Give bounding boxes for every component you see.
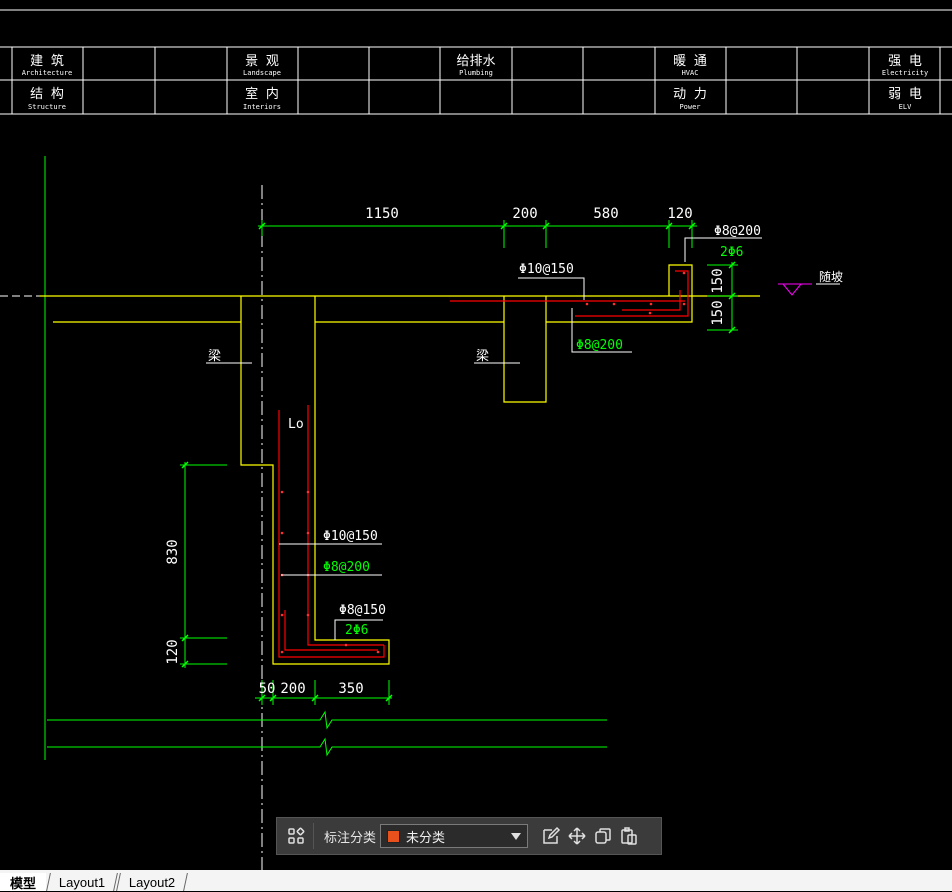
- dimension-ticks: [181, 222, 736, 702]
- dimension-texts: 1150 200 580 120 150 150 830 120 50 200 …: [165, 206, 726, 697]
- rebar-label-r1: Φ8@200: [714, 224, 761, 239]
- discipline-electricity-en: Electricity: [882, 69, 928, 77]
- rebar-label-r8: 2Φ6: [345, 623, 368, 638]
- dim-1150: 1150: [365, 206, 399, 222]
- tab-layout1[interactable]: Layout1: [46, 873, 119, 891]
- chevron-down-icon: [511, 832, 522, 840]
- dim-120-left: 120: [165, 639, 181, 664]
- discipline-landscape-cn: 景 观: [245, 54, 279, 69]
- tab-model[interactable]: 模型: [0, 873, 47, 891]
- toolbar-separator: [313, 823, 314, 849]
- rebar-label-r6: Φ8@200: [323, 560, 370, 575]
- category-color-swatch: [387, 829, 401, 843]
- tab-layout1-label: Layout1: [59, 874, 106, 890]
- discipline-structure-en: Structure: [28, 103, 66, 111]
- leader-lines: [206, 237, 840, 640]
- discipline-interiors-cn: 室 内: [245, 86, 279, 102]
- discipline-architecture-en: Architecture: [22, 69, 73, 77]
- dim-580: 580: [593, 206, 618, 222]
- wall-label: Lo: [288, 417, 304, 432]
- rebar-lines: [278, 270, 689, 658]
- annotation-category-select[interactable]: 未分类: [380, 824, 529, 848]
- move-icon[interactable]: [564, 823, 590, 849]
- discipline-structure-cn: 结 构: [30, 87, 64, 102]
- dim-150-lower: 150: [710, 300, 726, 325]
- discipline-hvac-cn: 暖 通: [673, 54, 707, 69]
- discipline-plumbing-en: Plumbing: [459, 69, 493, 77]
- discipline-electricity-cn: 强 电: [888, 54, 922, 69]
- rebar-label-r7: Φ8@150: [339, 603, 386, 618]
- dim-50: 50: [259, 681, 276, 697]
- discipline-hvac-en: HVAC: [682, 69, 699, 77]
- discipline-plumbing-cn: 给排水: [456, 54, 495, 69]
- tab-model-label: 模型: [10, 875, 37, 891]
- elevation-label: 随坡: [819, 269, 843, 284]
- section-outline: [40, 264, 760, 665]
- discipline-landscape-en: Landscape: [243, 69, 281, 77]
- rebar-label-r5: Φ10@150: [323, 529, 378, 544]
- header-table-text: 建 筑 Architecture 景 观 Landscape 给排水 Plumb…: [22, 53, 928, 111]
- rebar-dots: [280, 271, 686, 654]
- element-labels: 梁 梁 Lo 随坡: [208, 269, 843, 432]
- elevation-symbol-icon: [778, 283, 812, 296]
- tab-layout2-label: Layout2: [129, 874, 176, 890]
- discipline-elv-en: ELV: [899, 103, 912, 111]
- rebar-label-r3: Φ10@150: [519, 262, 574, 277]
- grid-icon[interactable]: [283, 823, 309, 849]
- category-selected-value: 未分类: [406, 830, 446, 846]
- discipline-interiors-en: Interiors: [243, 103, 281, 111]
- discipline-power-cn: 动 力: [673, 87, 707, 102]
- rebar-label-r4: Φ8@200: [576, 338, 623, 353]
- rebar-labels: Φ8@200 2Φ6 Φ10@150 Φ8@200 Φ10@150 Φ8@200…: [323, 224, 761, 638]
- edit-icon[interactable]: [538, 823, 564, 849]
- copy-icon[interactable]: [590, 823, 616, 849]
- tab-layout2[interactable]: Layout2: [116, 873, 189, 891]
- discipline-power-en: Power: [679, 103, 700, 111]
- dim-350: 350: [338, 681, 363, 697]
- dim-200-top: 200: [512, 206, 537, 222]
- discipline-architecture-cn: 建 筑: [30, 53, 64, 69]
- dim-150-upper: 150: [710, 268, 726, 293]
- annotation-category-label: 标注分类: [324, 830, 377, 846]
- rebar-label-r2: 2Φ6: [720, 245, 743, 260]
- dim-120-top: 120: [667, 206, 692, 222]
- discipline-elv-cn: 弱 电: [888, 87, 922, 102]
- dim-830: 830: [165, 539, 181, 564]
- layout-tabbar: 模型 Layout1 Layout2: [0, 870, 952, 891]
- beam-label-right: 梁: [476, 349, 489, 364]
- paste-icon[interactable]: [616, 823, 642, 849]
- cad-drawing-canvas[interactable]: 建 筑 Architecture 景 观 Landscape 给排水 Plumb…: [0, 0, 952, 891]
- dimension-lines: [47, 220, 738, 757]
- beam-label-left: 梁: [208, 349, 221, 364]
- annotation-toolbar: 标注分类 未分类: [276, 817, 662, 855]
- dim-200-bottom: 200: [280, 681, 305, 697]
